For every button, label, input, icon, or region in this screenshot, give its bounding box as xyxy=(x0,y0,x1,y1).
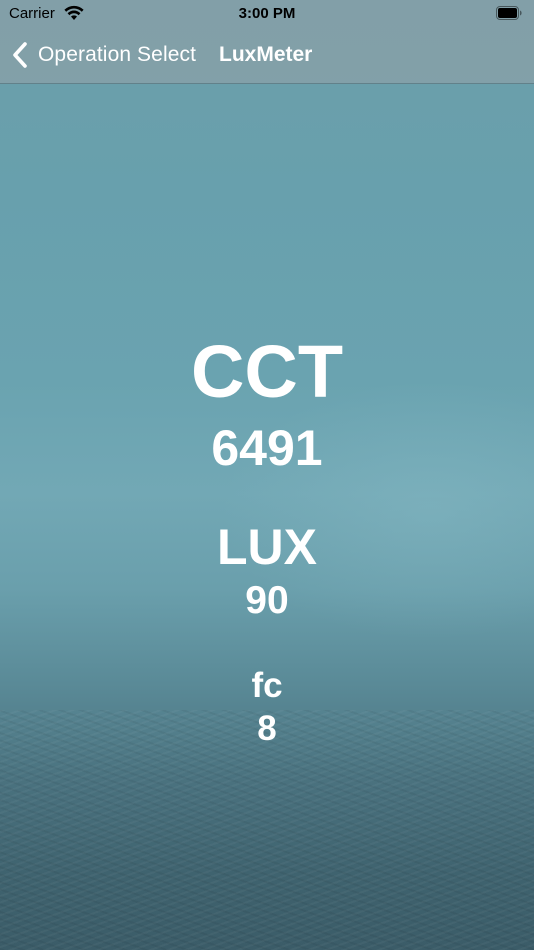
luxmeter-screen: Carrier 3:00 PM Operation Select LuxMete… xyxy=(0,0,534,950)
cct-value: 6491 xyxy=(211,420,323,476)
lux-label: LUX xyxy=(217,519,317,575)
fc-label: fc xyxy=(251,666,283,705)
readings-panel: CCT 6491 LUX 90 fc 8 xyxy=(0,0,534,950)
fc-value: 8 xyxy=(257,709,277,748)
lux-value: 90 xyxy=(245,579,289,622)
cct-label: CCT xyxy=(190,330,344,413)
